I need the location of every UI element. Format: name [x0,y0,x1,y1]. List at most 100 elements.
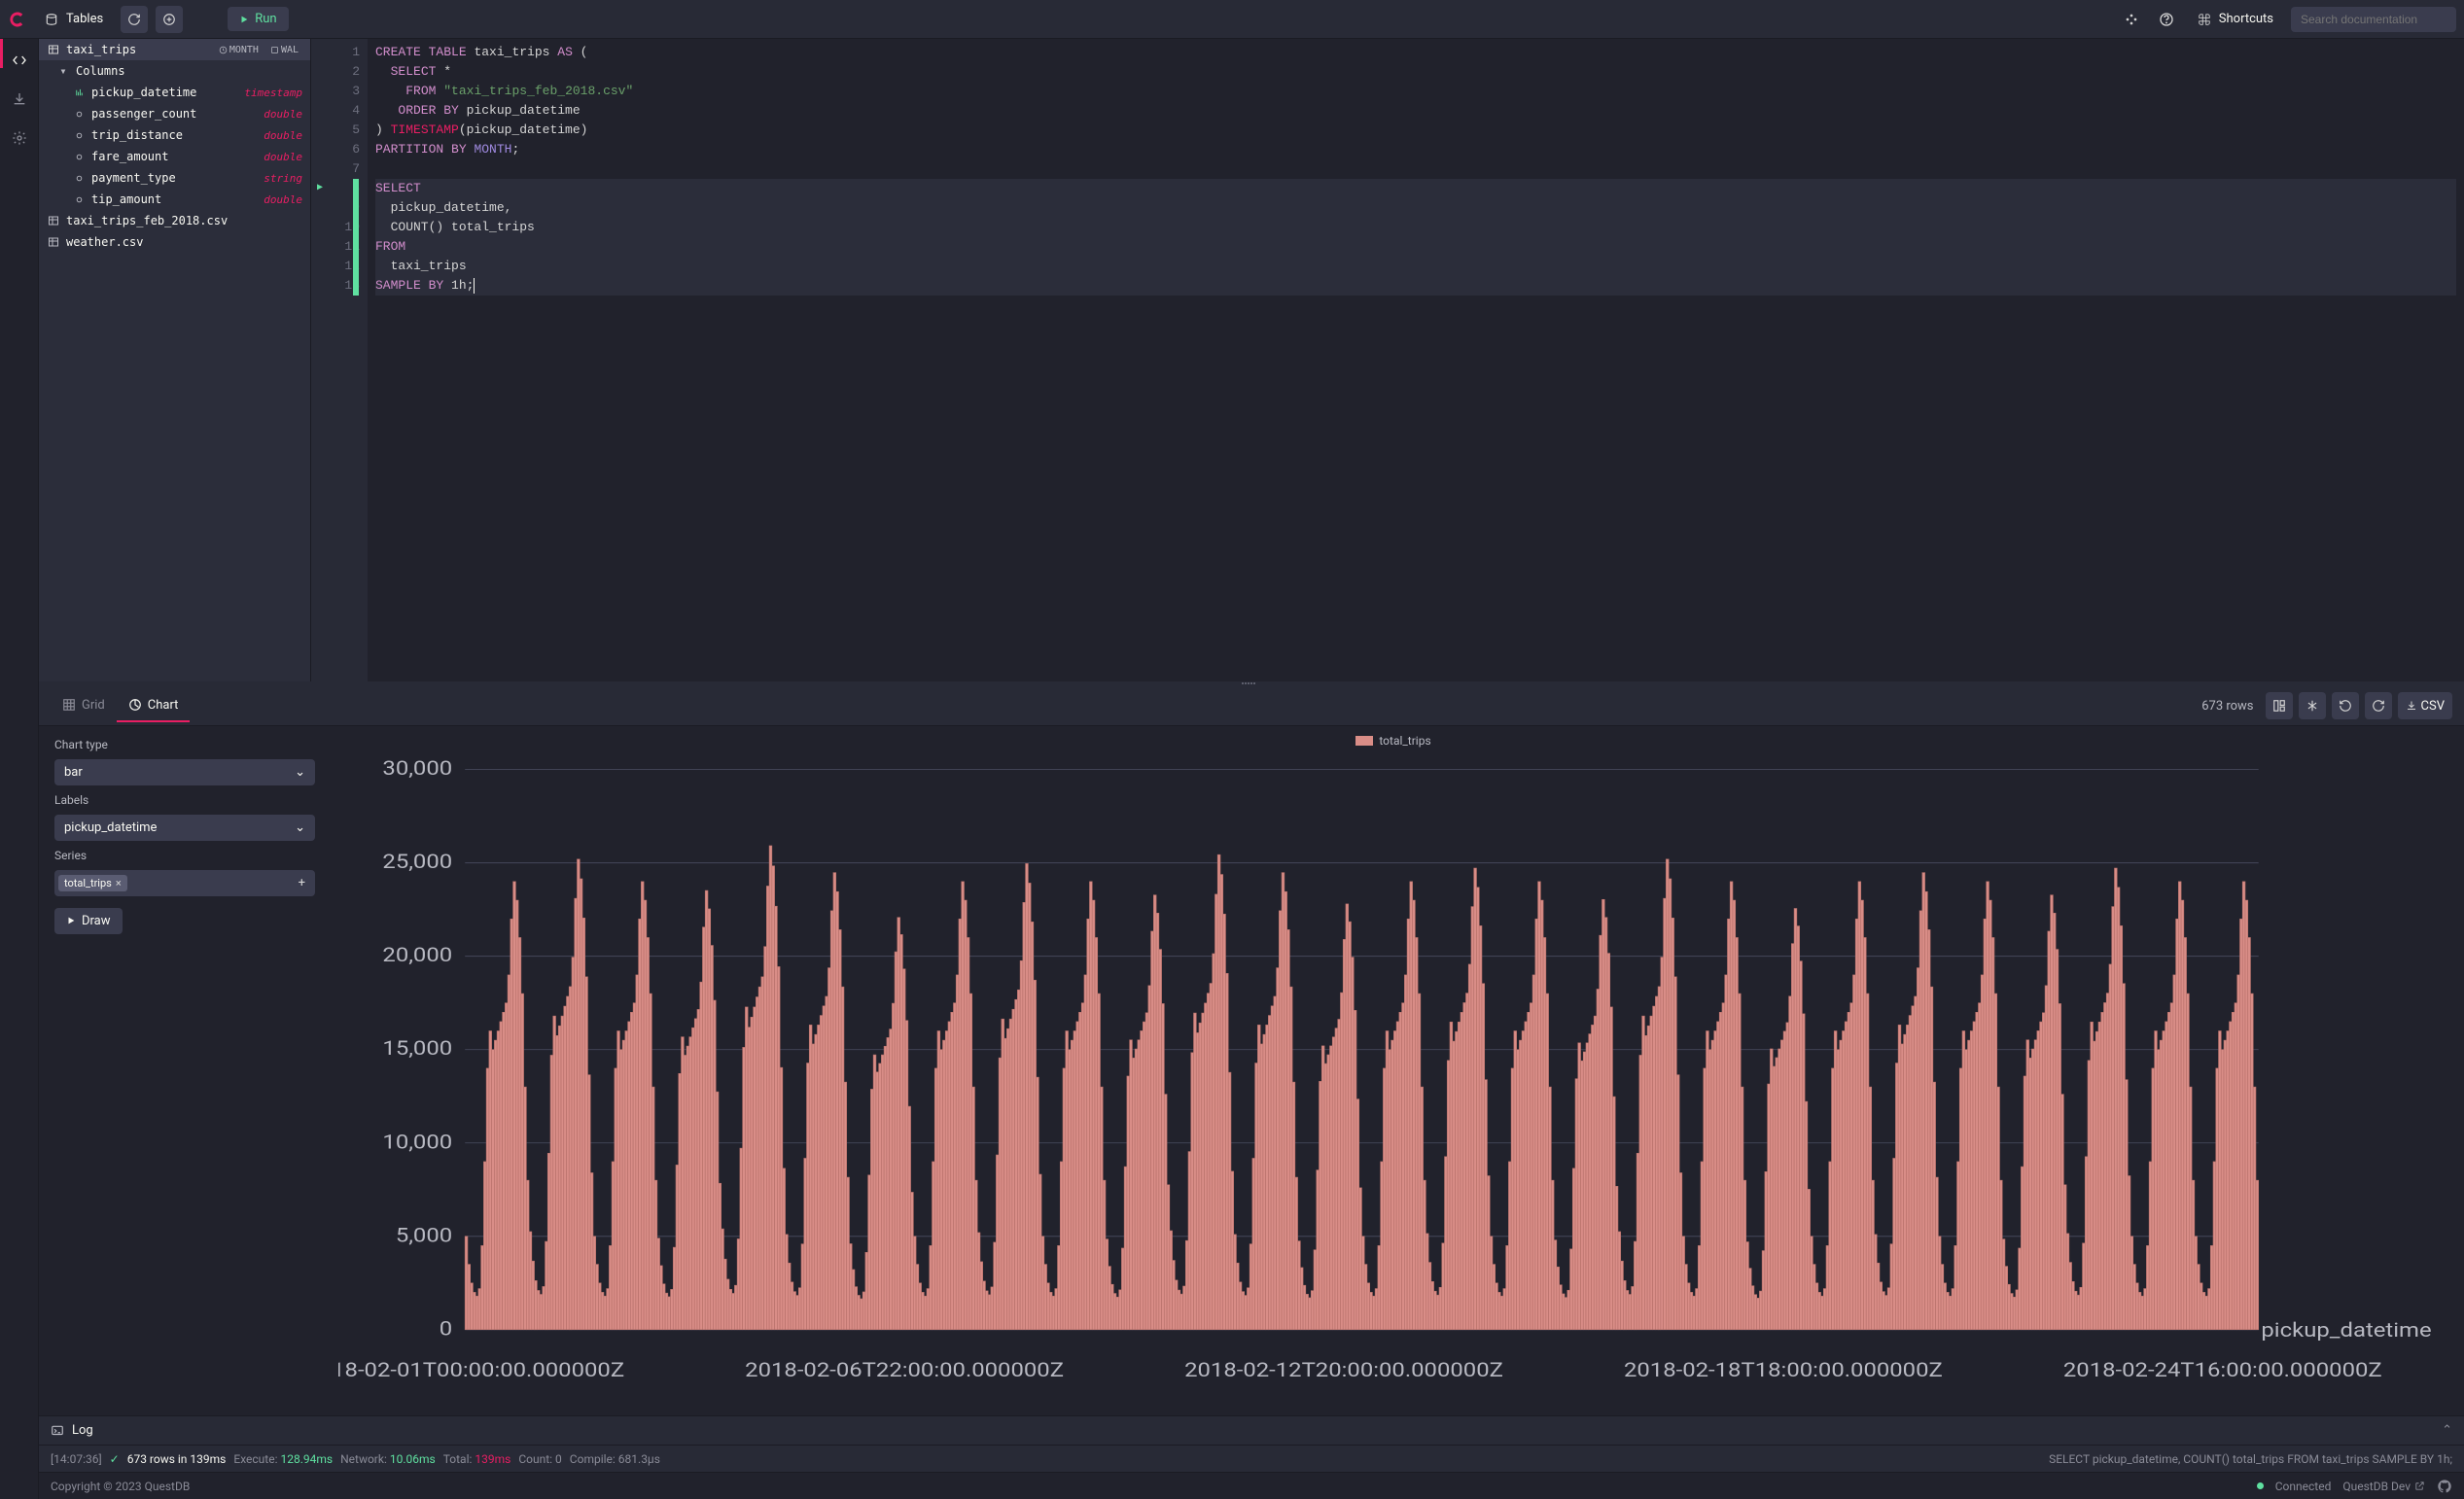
file-name: taxi_trips_feb_2018.csv [66,214,228,227]
rerun-button[interactable] [2365,692,2392,719]
series-label: Series [54,849,315,862]
svg-text:2018-02-06T22:00:00.000000Z: 2018-02-06T22:00:00.000000Z [745,1359,1064,1382]
svg-text:2018-02-24T16:00:00.000000Z: 2018-02-24T16:00:00.000000Z [2063,1359,2382,1382]
svg-text:2018-02-18T18:00:00.000000Z: 2018-02-18T18:00:00.000000Z [1624,1359,1943,1382]
status-time: [14:07:36] [51,1452,102,1466]
column-type-icon [72,130,86,141]
column-type: double [264,193,302,206]
tree-columns-row[interactable]: ▾ Columns [39,60,310,82]
chevron-down-icon: ▾ [56,64,70,78]
search-input[interactable] [2291,7,2456,32]
draw-button[interactable]: Draw [54,908,123,934]
tab-chart[interactable]: Chart [117,690,191,722]
tree-column-row[interactable]: tip_amount double [39,189,310,210]
copyright: Copyright © 2023 QuestDB [51,1480,190,1493]
chevron-up-icon[interactable]: ⌃ [2442,1423,2452,1438]
layout-button[interactable] [2266,692,2293,719]
freeze-button[interactable] [2299,692,2326,719]
legend-swatch [1355,736,1373,746]
tree-file-row[interactable]: weather.csv [39,231,310,253]
svg-text:0: 0 [440,1317,452,1341]
result-toolbar: Grid Chart 673 rows [39,687,2464,726]
add-series-button[interactable]: + [293,874,311,892]
status-query: SELECT pickup_datetime, COUNT() total_tr… [2049,1452,2452,1466]
shortcuts-button[interactable]: Shortcuts [2188,7,2283,31]
active-tab-indicator [0,39,3,68]
chevron-down-icon: ⌄ [295,765,305,780]
sidebar-import-icon[interactable] [6,86,33,113]
log-bar[interactable]: Log ⌃ [39,1415,2464,1445]
tree-column-row[interactable]: payment_typestring [39,167,310,189]
tree-table-row[interactable]: taxi_trips MONTH WAL [39,39,310,60]
connected-indicator [2257,1482,2264,1489]
schema-tree: taxi_trips MONTH WAL ▾ Columns pickup_da… [39,39,311,681]
tree-column-row[interactable]: pickup_datetime timestamp [39,82,310,103]
connected-label: Connected [2275,1480,2332,1493]
svg-text:2018-02-01T00:00:00.000000Z: 2018-02-01T00:00:00.000000Z [338,1359,624,1382]
svg-text:20,000: 20,000 [382,944,452,967]
reset-button[interactable] [2332,692,2359,719]
add-button[interactable] [156,6,183,33]
csv-export-button[interactable]: CSV [2398,692,2452,719]
sql-editor[interactable]: 12345678▶910111213 CREATE TABLE taxi_tri… [311,39,2464,681]
chart-type-select[interactable]: bar ⌄ [54,759,315,785]
github-icon [2437,1479,2452,1494]
sidebar-settings-icon[interactable] [6,124,33,152]
remove-series-icon[interactable]: × [116,877,122,889]
column-type: timestamp [244,87,302,99]
partition-badge: MONTH [215,44,263,56]
wal-badge: WAL [266,44,302,56]
topbar: Tables Run Shortcuts [0,0,2464,39]
tree-file-row[interactable]: taxi_trips_feb_2018.csv [39,210,310,231]
github-link[interactable] [2437,1479,2452,1494]
column-name: payment_type [91,171,176,185]
app-logo [8,10,27,29]
labels-select[interactable]: pickup_datetime ⌄ [54,815,315,841]
tree-column-row[interactable]: fare_amountdouble [39,146,310,167]
column-name: tip_amount [91,192,161,206]
tree-column-row[interactable]: trip_distancedouble [39,124,310,146]
svg-text:25,000: 25,000 [382,851,452,874]
chart-legend: total_trips [338,734,2448,748]
chart-type-label: Chart type [54,738,315,751]
env-link[interactable]: QuestDB Dev [2342,1480,2425,1493]
column-name: trip_distance [91,128,183,142]
run-button[interactable]: Run [228,7,288,31]
shortcuts-label: Shortcuts [2219,12,2273,26]
tree-table-name: taxi_trips [66,43,136,56]
svg-text:15,000: 15,000 [382,1037,452,1061]
svg-text:pickup_datetime: pickup_datetime [2261,1319,2431,1342]
sidebar-left [0,39,39,1499]
column-type-icon [72,173,86,184]
footer: Copyright © 2023 QuestDB Connected Quest… [39,1472,2464,1499]
tables-button[interactable]: Tables [35,8,113,30]
chart-svg: 05,00010,00015,00020,00025,00030,0002018… [338,751,2448,1402]
svg-text:10,000: 10,000 [382,1131,452,1154]
help-button[interactable] [2153,6,2180,33]
column-type-icon [72,194,86,205]
series-chip: total_trips × [58,875,127,891]
table-icon [47,44,60,55]
legend-label: total_trips [1379,734,1430,748]
run-label: Run [255,12,276,26]
status-rows: 673 rows in 139ms [127,1452,227,1466]
tree-column-row[interactable]: passenger_countdouble [39,103,310,124]
tables-label: Tables [66,12,103,26]
refresh-button[interactable] [121,6,148,33]
file-icon [47,215,60,227]
series-select[interactable]: total_trips × + [54,870,315,896]
row-count: 673 rows [2201,699,2253,714]
column-type: double [264,151,302,163]
status-count: Count: 0 [518,1452,561,1466]
column-type-icon [72,152,86,162]
chart-controls: Chart type bar ⌄ Labels pickup_datetime … [39,726,331,1415]
labels-label: Labels [54,793,315,807]
column-type: double [264,108,302,121]
columns-label: Columns [76,64,125,78]
log-label: Log [72,1423,93,1438]
tab-grid[interactable]: Grid [51,690,117,722]
slack-button[interactable] [2118,6,2145,33]
column-name: pickup_datetime [91,86,196,99]
sidebar-console-icon[interactable] [6,47,33,74]
file-name: weather.csv [66,235,143,249]
